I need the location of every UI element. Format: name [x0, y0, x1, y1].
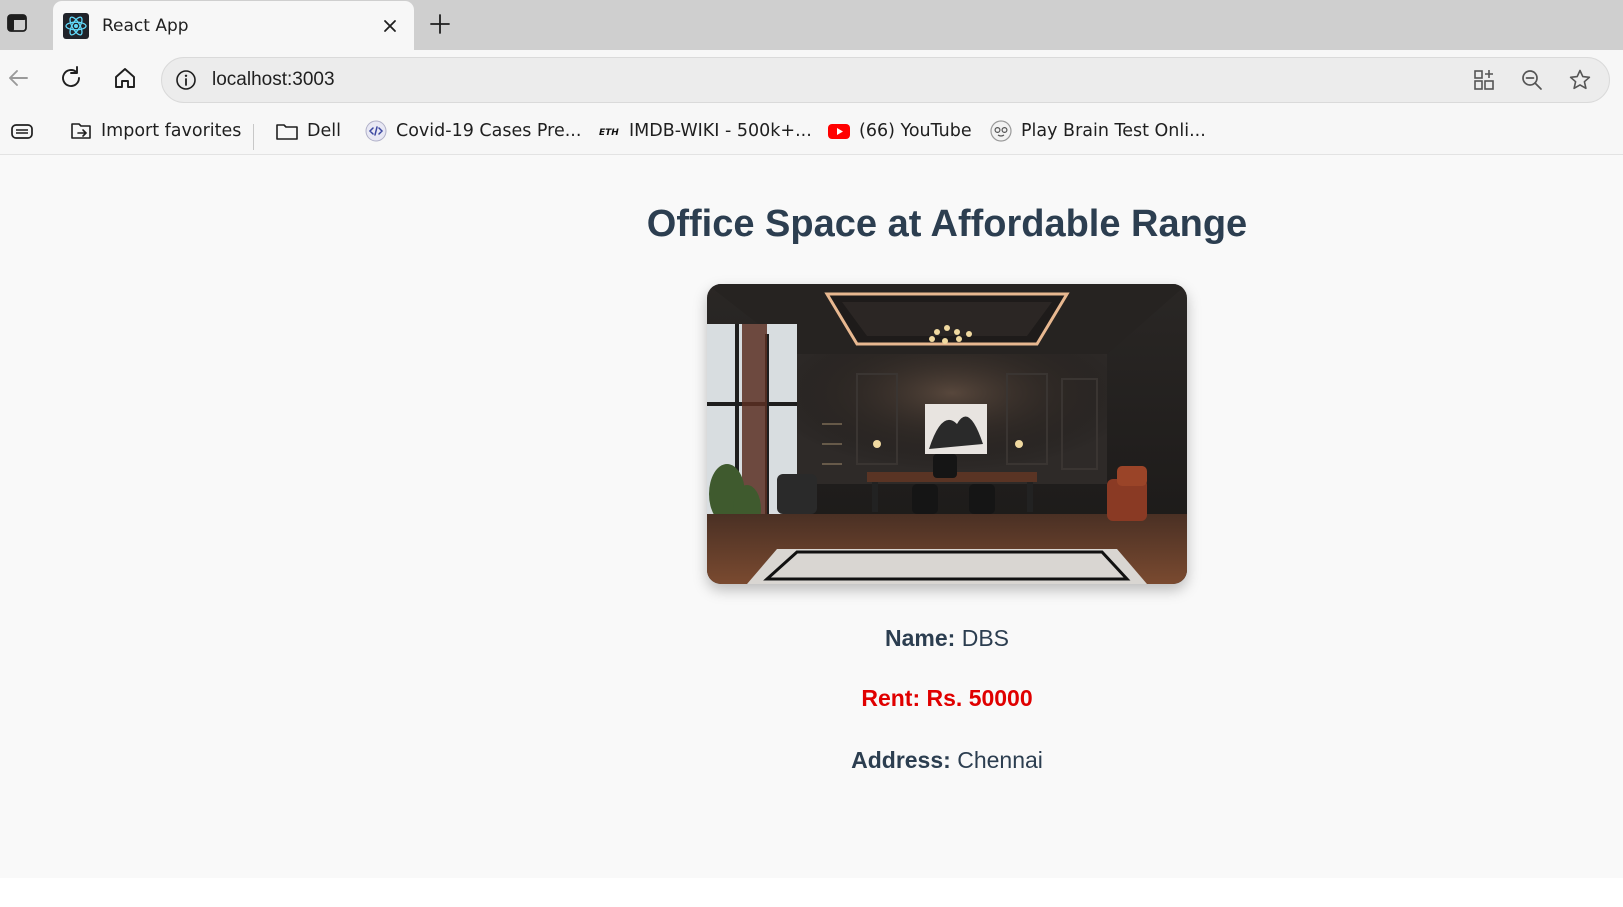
tab-strip: React App [0, 0, 1623, 50]
page-bottom-area [0, 878, 1623, 907]
address-bar[interactable]: localhost:3003 [161, 57, 1610, 103]
rent-value: 50000 [968, 685, 1033, 711]
browser-tab[interactable]: React App [53, 1, 414, 50]
rent-line: Rent: Rs. 50000 [0, 685, 1623, 712]
import-favorites-icon [69, 119, 93, 143]
close-tab-button[interactable] [374, 10, 406, 42]
home-icon [115, 68, 135, 88]
office-image [707, 284, 1187, 584]
zoom-button[interactable] [1513, 61, 1551, 99]
favorite-button[interactable] [1561, 61, 1599, 99]
bookmark-imdb-wiki[interactable]: ETH IMDB-WIKI - 500k+... [597, 115, 812, 147]
bookmarks-divider [253, 124, 254, 150]
close-icon [384, 19, 396, 32]
url-text[interactable]: localhost:3003 [212, 69, 1465, 91]
app-available-button[interactable] [1465, 61, 1503, 99]
tab-title: React App [102, 15, 189, 36]
bookmark-label: (66) YouTube [859, 121, 972, 141]
browser-toolbar: localhost:3003 [0, 50, 1623, 108]
react-logo-icon [63, 12, 89, 39]
page-content: Office Space at Affordable Range Name: D… [0, 155, 1623, 878]
refresh-button[interactable] [53, 60, 89, 96]
bookmarks-menu-button[interactable] [10, 115, 42, 147]
bookmark-import-favorites[interactable]: Import favorites [69, 115, 241, 147]
page-title: Office Space at Affordable Range [646, 203, 1248, 245]
address-value: Chennai [957, 747, 1043, 773]
name-label: Name: [885, 625, 956, 651]
refresh-icon [62, 66, 80, 87]
new-tab-button[interactable] [424, 8, 456, 40]
star-icon [1569, 69, 1591, 90]
bookmark-label: IMDB-WIKI - 500k+... [629, 121, 812, 141]
bookmark-label: Dell [307, 121, 341, 141]
bookmarks-bar: Import favorites Dell Covid-19 Cases Pre… [0, 108, 1623, 155]
tab-actions-icon [7, 14, 27, 32]
address-line: Address: Chennai [0, 747, 1623, 774]
tab-actions-button[interactable] [2, 8, 32, 38]
site-info-icon[interactable] [174, 68, 198, 92]
home-button[interactable] [107, 60, 143, 96]
apps-grid-icon [1474, 70, 1494, 90]
bookmark-youtube[interactable]: (66) YouTube [827, 115, 972, 147]
rent-label: Rent: Rs. [861, 685, 963, 711]
back-arrow-icon [9, 70, 28, 86]
zoom-out-icon [1522, 70, 1542, 90]
name-line: Name: DBS [0, 625, 1623, 652]
folder-icon [275, 119, 299, 143]
svg-text:ETH: ETH [599, 128, 619, 138]
address-label: Address: [851, 747, 951, 773]
bookmark-label: Play Brain Test Onli... [1021, 121, 1206, 141]
back-button[interactable] [0, 60, 36, 96]
code-site-icon [364, 119, 388, 143]
bookmark-label: Covid-19 Cases Pre... [396, 121, 582, 141]
bookmark-dell[interactable]: Dell [275, 115, 341, 147]
youtube-icon [827, 119, 851, 143]
bookmark-label: Import favorites [101, 121, 242, 141]
name-value: DBS [961, 625, 1009, 651]
game-site-icon [989, 119, 1013, 143]
bookmark-brain-test[interactable]: Play Brain Test Onli... [989, 115, 1206, 147]
bookmark-covid[interactable]: Covid-19 Cases Pre... [364, 115, 581, 147]
collections-icon [10, 119, 34, 143]
eth-site-icon: ETH [597, 119, 621, 143]
plus-icon [430, 14, 450, 34]
